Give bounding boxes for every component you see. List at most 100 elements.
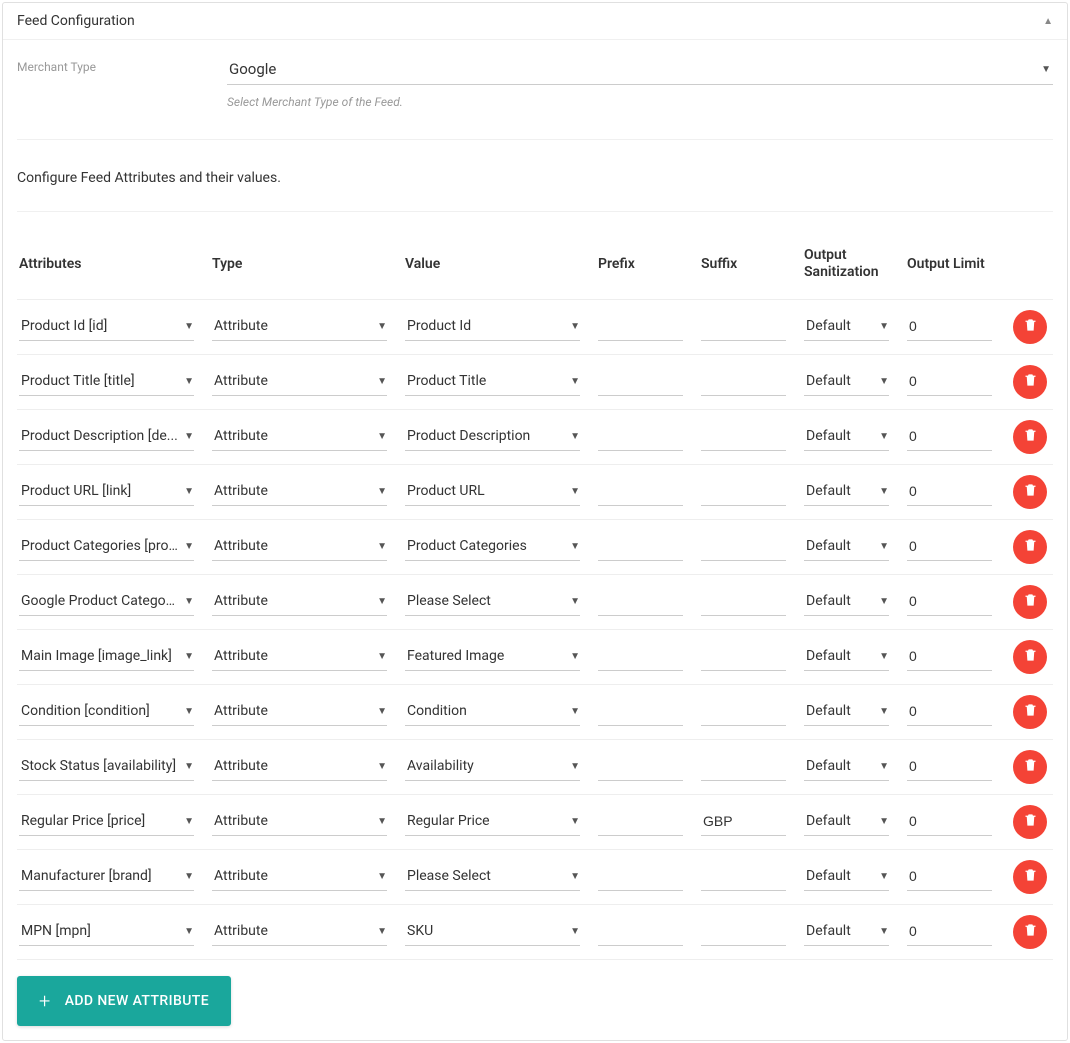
output-limit-input[interactable] [907, 422, 992, 451]
delete-row-button[interactable] [1013, 860, 1047, 894]
delete-row-button[interactable] [1013, 750, 1047, 784]
type-select[interactable]: Attribute▼ [212, 532, 387, 561]
value-select[interactable]: Product Title▼ [405, 367, 580, 396]
sanitization-select[interactable]: Default▼ [804, 862, 889, 891]
delete-row-button[interactable] [1013, 915, 1047, 949]
attribute-select[interactable]: Product Categories [pro...▼ [19, 532, 194, 561]
suffix-input[interactable] [701, 752, 786, 781]
type-select[interactable]: Attribute▼ [212, 862, 387, 891]
attribute-select[interactable]: Google Product Categor...▼ [19, 587, 194, 616]
type-select[interactable]: Attribute▼ [212, 422, 387, 451]
attribute-select[interactable]: Product Description [de...▼ [19, 422, 194, 451]
output-limit-input[interactable] [907, 752, 992, 781]
prefix-input[interactable] [598, 862, 683, 891]
attribute-select[interactable]: Manufacturer [brand]▼ [19, 862, 194, 891]
value-select[interactable]: Product URL▼ [405, 477, 580, 506]
output-limit-input[interactable] [907, 862, 992, 891]
type-select[interactable]: Attribute▼ [212, 697, 387, 726]
output-limit-input[interactable] [907, 312, 992, 341]
add-new-attribute-button[interactable]: + ADD NEW ATTRIBUTE [17, 976, 231, 1026]
attribute-select[interactable]: MPN [mpn]▼ [19, 917, 194, 946]
prefix-input[interactable] [598, 587, 683, 616]
sanitization-select[interactable]: Default▼ [804, 752, 889, 781]
attribute-select[interactable]: Regular Price [price]▼ [19, 807, 194, 836]
sanitization-select[interactable]: Default▼ [804, 807, 889, 836]
prefix-input[interactable] [598, 477, 683, 506]
value-select[interactable]: Product Categories▼ [405, 532, 580, 561]
output-limit-input[interactable] [907, 587, 992, 616]
output-limit-input[interactable] [907, 532, 992, 561]
output-limit-input[interactable] [907, 807, 992, 836]
chevron-down-icon: ▼ [377, 706, 387, 717]
sanitization-select[interactable]: Default▼ [804, 587, 889, 616]
type-select[interactable]: Attribute▼ [212, 367, 387, 396]
delete-row-button[interactable] [1013, 585, 1047, 619]
value-select[interactable]: Featured Image▼ [405, 642, 580, 671]
value-select[interactable]: SKU▼ [405, 917, 580, 946]
prefix-input[interactable] [598, 807, 683, 836]
suffix-input[interactable] [701, 477, 786, 506]
sanitization-select[interactable]: Default▼ [804, 642, 889, 671]
delete-row-button[interactable] [1013, 640, 1047, 674]
suffix-input[interactable] [701, 587, 786, 616]
sanitization-select[interactable]: Default▼ [804, 367, 889, 396]
value-select[interactable]: Please Select▼ [405, 862, 580, 891]
attribute-select[interactable]: Product Id [id]▼ [19, 312, 194, 341]
value-select[interactable]: Condition▼ [405, 697, 580, 726]
value-select[interactable]: Product Description▼ [405, 422, 580, 451]
prefix-input[interactable] [598, 917, 683, 946]
prefix-input[interactable] [598, 642, 683, 671]
output-limit-input[interactable] [907, 642, 992, 671]
type-select[interactable]: Attribute▼ [212, 807, 387, 836]
output-limit-input[interactable] [907, 917, 992, 946]
sanitization-select[interactable]: Default▼ [804, 697, 889, 726]
suffix-input[interactable] [701, 312, 786, 341]
suffix-input[interactable] [701, 862, 786, 891]
value-select[interactable]: Availability▼ [405, 752, 580, 781]
delete-row-button[interactable] [1013, 310, 1047, 344]
attribute-select[interactable]: Stock Status [availability]▼ [19, 752, 194, 781]
prefix-input[interactable] [598, 532, 683, 561]
delete-row-button[interactable] [1013, 805, 1047, 839]
suffix-input[interactable] [701, 422, 786, 451]
attribute-select[interactable]: Main Image [image_link]▼ [19, 642, 194, 671]
attribute-select[interactable]: Product URL [link]▼ [19, 477, 194, 506]
delete-row-button[interactable] [1013, 420, 1047, 454]
delete-row-button[interactable] [1013, 475, 1047, 509]
sanitization-select[interactable]: Default▼ [804, 532, 889, 561]
sanitization-select[interactable]: Default▼ [804, 312, 889, 341]
sanitization-select[interactable]: Default▼ [804, 422, 889, 451]
attribute-select[interactable]: Product Title [title]▼ [19, 367, 194, 396]
output-limit-input[interactable] [907, 477, 992, 506]
type-select[interactable]: Attribute▼ [212, 587, 387, 616]
sanitization-select[interactable]: Default▼ [804, 477, 889, 506]
type-select[interactable]: Attribute▼ [212, 917, 387, 946]
value-select[interactable]: Product Id▼ [405, 312, 580, 341]
suffix-input[interactable] [701, 807, 786, 836]
output-limit-input[interactable] [907, 697, 992, 726]
value-select[interactable]: Regular Price▼ [405, 807, 580, 836]
output-limit-input[interactable] [907, 367, 992, 396]
suffix-input[interactable] [701, 697, 786, 726]
suffix-input[interactable] [701, 367, 786, 396]
prefix-input[interactable] [598, 697, 683, 726]
prefix-input[interactable] [598, 367, 683, 396]
type-select[interactable]: Attribute▼ [212, 312, 387, 341]
type-select[interactable]: Attribute▼ [212, 752, 387, 781]
suffix-input[interactable] [701, 532, 786, 561]
delete-row-button[interactable] [1013, 695, 1047, 729]
attribute-select[interactable]: Condition [condition]▼ [19, 697, 194, 726]
delete-row-button[interactable] [1013, 530, 1047, 564]
prefix-input[interactable] [598, 752, 683, 781]
collapse-icon[interactable]: ▲ [1043, 16, 1053, 27]
suffix-input[interactable] [701, 642, 786, 671]
type-select[interactable]: Attribute▼ [212, 477, 387, 506]
sanitization-select[interactable]: Default▼ [804, 917, 889, 946]
type-select[interactable]: Attribute▼ [212, 642, 387, 671]
prefix-input[interactable] [598, 312, 683, 341]
suffix-input[interactable] [701, 917, 786, 946]
delete-row-button[interactable] [1013, 365, 1047, 399]
prefix-input[interactable] [598, 422, 683, 451]
value-select[interactable]: Please Select▼ [405, 587, 580, 616]
merchant-type-select[interactable]: Google ▼ [227, 54, 1053, 85]
